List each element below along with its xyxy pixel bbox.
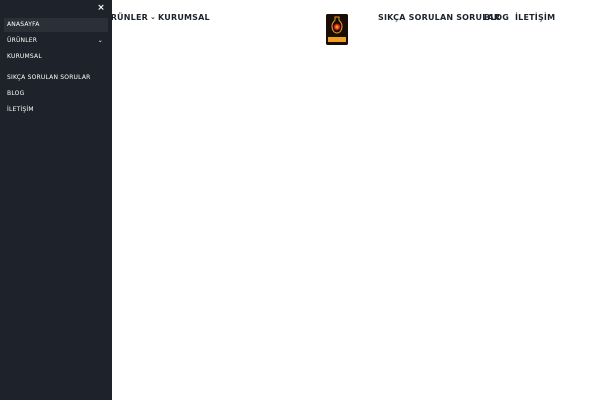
nav-contact[interactable]: İLETİŞİM <box>515 13 555 22</box>
drawer-item-label: BLOG <box>7 90 25 97</box>
drawer-item-label: ÜRÜNLER <box>7 37 38 44</box>
drawer-item-home[interactable]: ANASAYFA <box>4 18 108 32</box>
close-icon[interactable]: × <box>96 3 106 13</box>
nav-faq[interactable]: SIKÇA SORULAN SORULAR <box>378 13 500 22</box>
drawer-item-label: KURUMSAL <box>7 53 42 60</box>
drawer-item-label: ANASAYFA <box>7 21 40 28</box>
nav-blog[interactable]: BLOG <box>484 13 509 22</box>
drawer-item-faq[interactable]: SIKÇA SORULAN SORULAR <box>4 71 108 85</box>
drawer-item-contact[interactable]: İLETİŞİM <box>4 103 108 117</box>
side-drawer-menu: × ANASAYFA ÜRÜNLER ⌄ KURUMSAL SIKÇA SORU… <box>0 0 112 400</box>
drawer-item-corporate[interactable]: KURUMSAL <box>4 50 108 64</box>
chevron-down-icon[interactable]: ⌄ <box>98 34 103 48</box>
drawer-item-blog[interactable]: BLOG <box>4 87 108 101</box>
drawer-item-label: İLETİŞİM <box>7 106 34 113</box>
oil-bottle-logo-icon <box>326 14 348 45</box>
nav-corporate[interactable]: KURUMSAL <box>158 13 210 22</box>
brand-logo[interactable] <box>326 14 348 45</box>
drawer-item-label: SIKÇA SORULAN SORULAR <box>7 74 91 81</box>
drawer-item-products[interactable]: ÜRÜNLER ⌄ <box>4 34 108 48</box>
chevron-down-icon: ⌄ <box>149 13 157 21</box>
